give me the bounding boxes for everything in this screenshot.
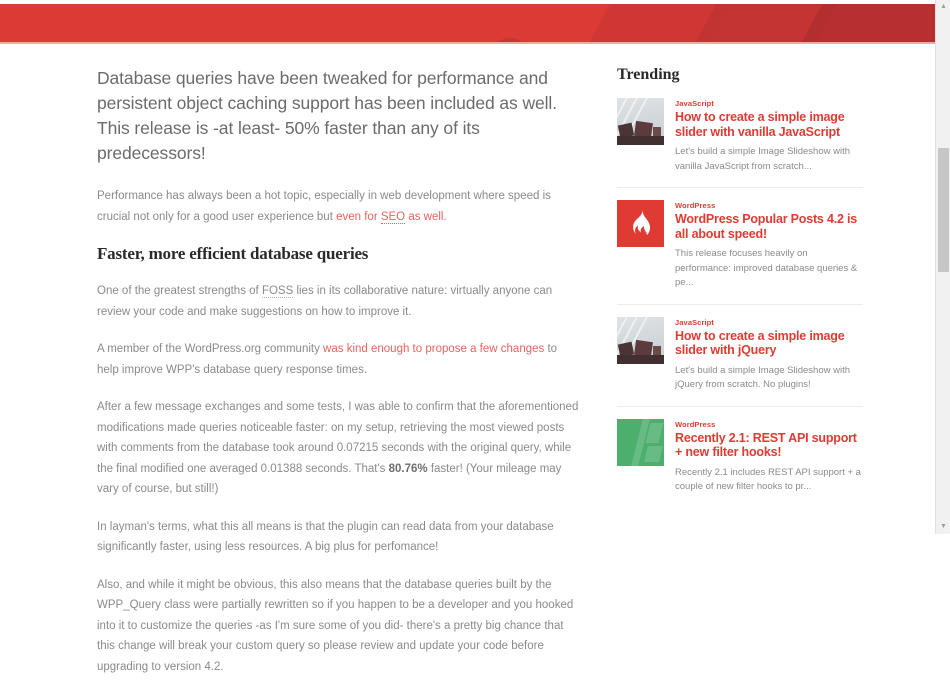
post-title-link[interactable]: Recently 2.1: REST API support + new fil…: [675, 431, 863, 460]
article-paragraph-5: In layman's terms, what this all means i…: [97, 520, 554, 554]
post-title-link[interactable]: WordPress Popular Posts 4.2 is all about…: [675, 212, 863, 241]
post-category-label[interactable]: JavaScript: [675, 318, 863, 327]
seo-abbr-link[interactable]: SEO: [380, 210, 406, 224]
flame-icon: [617, 200, 664, 247]
post-excerpt: Let's build a simple Image Slideshow wit…: [675, 364, 851, 391]
scroll-up-arrow-icon[interactable]: ▲: [936, 0, 950, 14]
seo-link-suffix[interactable]: as well.: [405, 211, 446, 223]
article-body: Database queries have been tweaked for p…: [97, 66, 579, 694]
page-content: Database queries have been tweaked for p…: [0, 44, 935, 673]
post-category-label[interactable]: JavaScript: [675, 99, 863, 108]
trending-list-item[interactable]: JavaScript How to create a simple image …: [617, 98, 863, 188]
paragraph-3-prefix: A member of the WordPress.org community: [97, 343, 324, 355]
section-heading: Faster, more efficient database queries: [97, 244, 369, 263]
sidebar-title: Trending: [617, 66, 680, 83]
seo-link-prefix[interactable]: even for: [336, 211, 381, 223]
article-lead-paragraph: Database queries have been tweaked for p…: [97, 68, 557, 163]
post-title-link[interactable]: How to create a simple image slider with…: [675, 110, 863, 139]
article-paragraph-4: After a few message exchanges and some t…: [97, 397, 579, 500]
trending-list-item[interactable]: JavaScript How to create a simple image …: [617, 316, 863, 407]
scroll-down-arrow-icon[interactable]: ▼: [936, 520, 950, 534]
post-excerpt: Let's build a simple Image Slideshow wit…: [675, 146, 851, 172]
post-thumbnail-image[interactable]: [617, 98, 664, 145]
post-thumbnail-image[interactable]: [617, 316, 664, 364]
post-thumbnail-graphic[interactable]: [617, 418, 664, 466]
post-category-label[interactable]: WordPress: [675, 201, 863, 210]
post-excerpt: Recently 2.1 includes REST API support +…: [675, 466, 861, 493]
post-category-label[interactable]: WordPress: [675, 420, 863, 429]
post-thumbnail-flame[interactable]: [617, 200, 664, 247]
vertical-scrollbar[interactable]: ▲ ▼: [935, 0, 950, 534]
article-paragraph-1: Performance has always been a hot topic,…: [97, 186, 579, 227]
trending-list-item[interactable]: WordPress WordPress Popular Posts 4.2 is…: [617, 200, 863, 305]
proposed-changes-link[interactable]: was kind enough to propose a few changes: [323, 343, 544, 355]
article-paragraph-3: A member of the WordPress.org community …: [97, 339, 579, 380]
speed-improvement-value: 80.76%: [388, 462, 428, 475]
site-header-bar: [0, 4, 935, 42]
header-diagonal-band: [801, 4, 935, 42]
trending-sidebar: Trending JavaScript How to create a simp…: [617, 66, 863, 520]
trending-list-item[interactable]: WordPress Recently 2.1: REST API support…: [617, 418, 863, 508]
scrollbar-thumb[interactable]: [938, 148, 949, 272]
article-paragraph-2: One of the greatest strengths of FOSS li…: [97, 281, 579, 322]
paragraph-2-prefix: One of the greatest strengths of: [97, 285, 262, 297]
paragraph-1-text: Performance has always been a hot topic,…: [97, 190, 551, 223]
post-title-link[interactable]: How to create a simple image slider with…: [675, 329, 863, 358]
post-excerpt: This release focuses heavily on performa…: [675, 248, 858, 288]
foss-abbr[interactable]: FOSS: [261, 285, 294, 298]
article-paragraph-6: Also, and while it might be obvious, thi…: [97, 578, 574, 673]
